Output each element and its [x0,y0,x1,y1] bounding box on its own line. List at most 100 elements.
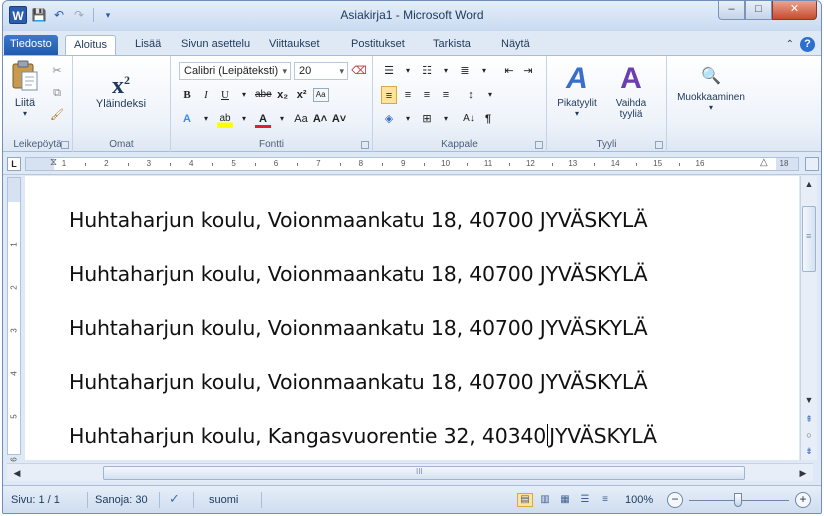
vertical-ruler: 123456 [7,177,21,462]
increase-indent-icon[interactable]: ⇥ [520,62,536,80]
underline-button[interactable]: U [217,86,233,104]
bullets-icon[interactable]: ☰ [381,62,397,80]
scroll-left-icon[interactable]: ◀ [9,465,25,481]
close-button[interactable]: ✕ [772,1,817,20]
ruler-number: 12 [525,159,535,168]
zoom-slider-thumb[interactable] [734,493,742,507]
page-count[interactable]: Sivu: 1 / 1 [11,494,60,506]
vruler-number: 4 [9,371,19,376]
format-painter-icon[interactable]: 🖌 [49,106,65,124]
paste-dropdown-icon[interactable]: ▾ [7,109,43,118]
shading-icon[interactable]: ◈ [381,110,397,128]
tab-home[interactable]: Aloitus [65,35,117,56]
font-launcher-icon[interactable] [361,141,369,149]
align-left-icon[interactable]: ≡ [381,86,397,104]
superscript-big-button[interactable]: x2 Yläindeksi [87,66,155,110]
previous-page-icon[interactable]: ⇞ [801,412,817,426]
editing-button[interactable]: 🔍 Muokkaaminen ▾ [671,64,751,112]
bold-button[interactable]: B [179,86,195,104]
tab-view[interactable]: Näytä [493,35,538,55]
horizontal-scrollbar[interactable]: ◀ ▶ [7,463,813,481]
superscript-label: Yläindeksi [95,98,147,110]
align-center-icon[interactable]: ≡ [400,86,416,104]
minimize-button[interactable]: – [718,1,745,20]
quick-styles-button[interactable]: A Pikatyylit ▾ [551,62,603,118]
clear-formatting-icon[interactable]: ⌫ [351,62,367,80]
ruler-tick [254,163,256,166]
multilevel-list-icon[interactable]: ≣ [457,62,473,80]
change-styles-button[interactable]: A Vaihda tyyliä [605,62,657,120]
ruler-number: 4 [188,159,194,168]
text-effects-icon[interactable]: A [179,110,195,128]
tab-selector[interactable]: L [7,157,21,171]
change-case-button[interactable]: Aa [293,110,309,128]
strikethrough-button[interactable]: abe [255,86,272,104]
decrease-indent-icon[interactable]: ⇤ [501,62,517,80]
font-dialog-icon[interactable]: Aa [312,88,329,102]
scroll-down-icon[interactable]: ▼ [801,392,817,408]
line-text-after-cursor: JYVÄSKYLÄ [549,424,657,448]
full-screen-reading-icon[interactable]: ▥ [537,493,553,507]
select-browse-object-icon[interactable]: ○ [801,428,817,442]
ruler-number: 14 [610,159,620,168]
italic-button[interactable]: I [198,86,214,104]
language-indicator[interactable]: suomi [209,494,238,506]
paragraph-launcher-icon[interactable] [535,141,543,149]
web-layout-icon[interactable]: ▦ [557,493,573,507]
subscript-button[interactable]: x₂ [275,86,291,104]
justify-icon[interactable]: ≡ [438,86,454,104]
superscript-button[interactable]: x² [294,86,310,104]
zoom-out-button[interactable]: − [667,492,683,508]
custom-group-label: Omat [109,139,134,150]
next-page-icon[interactable]: ⇟ [801,444,817,458]
borders-icon[interactable]: ⊞ [419,110,435,128]
outline-view-icon[interactable]: ☰ [577,493,593,507]
right-indent-marker-icon[interactable]: △ [760,157,768,168]
document-line-active: Huhtaharjun koulu, Kangasvuorentie 32, 4… [69,424,657,448]
styles-launcher-icon[interactable] [655,141,663,149]
font-name-select[interactable]: Calibri (Leipäteksti) [179,62,291,80]
align-right-icon[interactable]: ≡ [419,86,435,104]
tab-review[interactable]: Tarkista [425,35,479,55]
scroll-right-icon[interactable]: ▶ [795,465,811,481]
text-cursor [547,424,549,446]
help-icon[interactable]: ? [800,37,815,52]
minimize-ribbon-icon[interactable]: ⌃ [786,39,794,50]
draft-view-icon[interactable]: ≡ [597,493,613,507]
vertical-scrollbar[interactable]: ▲ ▼ ⇞ ○ ⇟ [800,176,817,460]
document-page[interactable]: Huhtaharjun koulu, Voionmaankatu 18, 407… [25,176,799,460]
line-spacing-icon[interactable]: ↕ [463,86,479,104]
maximize-button[interactable]: □ [745,1,772,20]
zoom-level[interactable]: 100% [625,494,653,506]
font-color-icon[interactable]: A [255,110,271,128]
scroll-up-icon[interactable]: ▲ [801,176,817,192]
tab-references[interactable]: Viittaukset [261,35,328,55]
highlight-icon[interactable]: ab [217,110,233,128]
sort-button[interactable]: A↓ [461,110,477,128]
tab-page-layout[interactable]: Sivun asettelu [173,35,258,55]
copy-icon[interactable]: ⧉ [49,84,65,102]
clipboard-launcher-icon[interactable] [61,141,69,149]
cut-icon[interactable]: ✂ [49,62,65,80]
tab-insert[interactable]: Lisää [127,35,169,55]
word-count[interactable]: Sanoja: 30 [95,494,148,506]
grow-font-button[interactable]: A˄ [312,110,328,128]
horizontal-scroll-thumb[interactable] [103,466,745,480]
numbering-icon[interactable]: ☷ [419,62,435,80]
change-styles-icon: A [620,62,642,95]
show-marks-button[interactable]: ¶ [480,110,496,128]
font-size-select[interactable]: 20 [294,62,348,80]
vertical-scroll-thumb[interactable] [802,206,816,272]
paste-label: Liitä [14,97,36,109]
zoom-in-button[interactable]: + [795,492,811,508]
print-layout-view-icon[interactable]: ▤ [517,493,533,507]
proofing-icon[interactable]: ✓ [169,491,180,507]
horizontal-ruler[interactable]: ⧖ △ 1 2 3 4 5 6 7 8 9 10 11 12 13 14 15 16 18 [25,157,799,171]
shrink-font-button[interactable]: A˅ [331,110,347,128]
view-ruler-toggle[interactable] [805,157,819,171]
tab-file[interactable]: Tiedosto [4,35,58,55]
ribbon: Liitä ▾ ✂ ⧉ 🖌 Leikepöytä x2 Yläindeksi O… [3,55,821,152]
left-indent-marker-icon[interactable]: ⧖ [50,157,57,168]
paste-button[interactable]: Liitä ▾ [7,60,43,118]
tab-mailings[interactable]: Postitukset [343,35,413,55]
